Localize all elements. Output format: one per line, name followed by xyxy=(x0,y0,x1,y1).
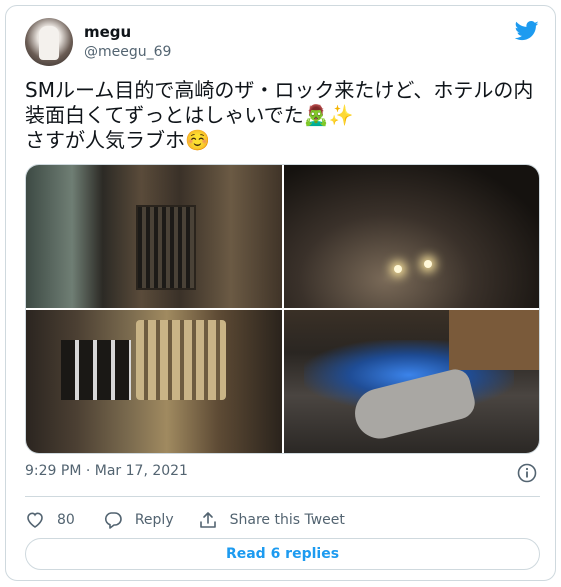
action-bar: 80 Reply Share this Tweet xyxy=(25,509,369,531)
tweet-text: SMルーム目的で高崎のザ・ロック来たけど、ホテルの内 装面白くてずっとはしゃいで… xyxy=(25,78,545,153)
reply-label: Reply xyxy=(134,512,174,528)
photo-organ-room[interactable] xyxy=(26,310,282,453)
divider xyxy=(25,496,540,497)
like-count: 80 xyxy=(57,512,75,528)
tweet-card: megu @meegu_69 SMルーム目的で高崎のザ・ロック来たけど、ホテルの… xyxy=(5,5,556,581)
heart-icon xyxy=(27,512,43,528)
reply-button[interactable]: Reply xyxy=(103,510,174,530)
like-button[interactable]: 80 xyxy=(25,510,75,530)
share-button[interactable]: Share this Tweet xyxy=(198,510,345,530)
user-handle[interactable]: @meegu_69 xyxy=(84,44,171,60)
timestamp[interactable]: 9:29 PM · Mar 17, 2021 xyxy=(25,463,188,479)
tweet-text-line: さすが人気ラブホ☺️ xyxy=(25,128,210,152)
tweet-text-line: 装面白くてずっとはしゃいでた🧟‍♂️✨ xyxy=(25,103,354,127)
media-grid xyxy=(25,164,540,454)
photo-cave-ceiling[interactable] xyxy=(283,165,539,308)
twitter-bird-icon[interactable] xyxy=(515,20,539,42)
read-replies-button[interactable]: Read 6 replies xyxy=(25,538,540,570)
info-icon[interactable] xyxy=(517,463,537,483)
tweet-text-line: SMルーム目的で高崎のザ・ロック来たけど、ホテルの内 xyxy=(25,78,534,102)
display-name[interactable]: megu xyxy=(84,23,131,41)
share-label: Share this Tweet xyxy=(229,512,345,528)
photo-corridor[interactable] xyxy=(26,165,282,308)
share-icon xyxy=(199,512,216,528)
avatar[interactable] xyxy=(25,18,73,66)
speech-bubble-icon xyxy=(104,512,122,529)
photo-blue-lit-bed[interactable] xyxy=(283,310,539,453)
